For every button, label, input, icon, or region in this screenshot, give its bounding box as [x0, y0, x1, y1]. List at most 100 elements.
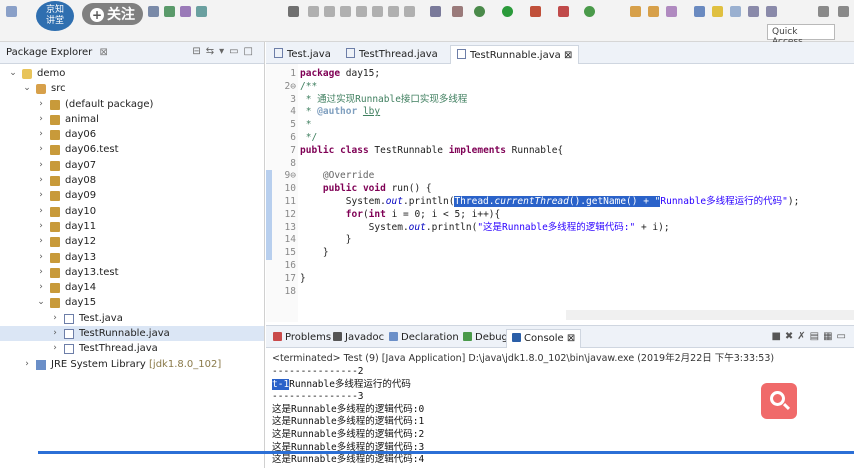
- chevron-right-icon[interactable]: ›: [36, 142, 46, 157]
- chevron-right-icon[interactable]: ›: [36, 204, 46, 219]
- code-line[interactable]: 13 System.out.println("这是Runnable多线程的逻辑代…: [266, 222, 854, 235]
- tab-debug[interactable]: Debug: [458, 329, 513, 348]
- open-type-hierarchy-icon[interactable]: [666, 6, 677, 17]
- code-line[interactable]: 12 for(int i = 0; i < 5; i++){: [266, 209, 854, 222]
- tree-node[interactable]: › JRE System Library [jdk1.8.0_102]: [0, 357, 264, 372]
- prev-annotation-icon[interactable]: [838, 6, 849, 17]
- tree-node[interactable]: › day13.test: [0, 265, 264, 280]
- terminate-icon[interactable]: [340, 6, 351, 17]
- close-icon[interactable]: ⊠: [564, 50, 572, 61]
- step-into-icon[interactable]: [372, 6, 383, 17]
- chevron-right-icon[interactable]: ›: [36, 219, 46, 234]
- chevron-right-icon[interactable]: ›: [36, 112, 46, 127]
- tab-problems[interactable]: Problems: [268, 329, 336, 348]
- debug-icon[interactable]: [474, 6, 485, 17]
- disconnect-icon[interactable]: [356, 6, 367, 17]
- console-controls[interactable]: ■✖✗▤▦▭: [771, 331, 850, 342]
- chevron-right-icon[interactable]: ›: [36, 97, 46, 112]
- chevron-right-icon[interactable]: ›: [50, 311, 60, 326]
- tree-node[interactable]: ⌄ day15: [0, 295, 264, 310]
- code-line[interactable]: 15 }: [266, 247, 854, 260]
- code-line[interactable]: 6 */: [266, 132, 854, 145]
- use-step-filters-icon[interactable]: [452, 6, 463, 17]
- code-line[interactable]: 11 System.out.println(Thread.currentThre…: [266, 196, 854, 209]
- tree-node[interactable]: › day07: [0, 158, 264, 173]
- chevron-right-icon[interactable]: ›: [36, 158, 46, 173]
- editor-tab[interactable]: Test.java: [268, 45, 337, 64]
- tree-node[interactable]: › TestThread.java: [0, 341, 264, 356]
- block-selection-icon[interactable]: [748, 6, 759, 17]
- search-button[interactable]: [761, 383, 797, 419]
- tab-javadoc[interactable]: Javadoc: [328, 329, 389, 348]
- tree-node[interactable]: › day14: [0, 280, 264, 295]
- tree-node[interactable]: › day06: [0, 127, 264, 142]
- tree-node[interactable]: › day08: [0, 173, 264, 188]
- view-controls[interactable]: ⊟⇆▾▭□: [192, 46, 258, 57]
- open-type-icon[interactable]: [180, 6, 191, 17]
- close-icon[interactable]: ⊠: [567, 333, 575, 344]
- tree-node[interactable]: › (default package): [0, 97, 264, 112]
- code-area[interactable]: 1 package day15; 2⊖ /** 3 * 通过实现Runnable接口实现…: [266, 64, 854, 322]
- tree-node[interactable]: ⌄ src: [0, 81, 264, 96]
- tree-node[interactable]: ⌄ demo: [0, 66, 264, 81]
- quick-access-input[interactable]: Quick Access: [767, 24, 835, 47]
- code-line[interactable]: 5 *: [266, 119, 854, 132]
- close-icon[interactable]: ⊠: [99, 47, 107, 58]
- drop-frame-icon[interactable]: [430, 6, 441, 17]
- tree-node[interactable]: › day09: [0, 188, 264, 203]
- tree-node[interactable]: › day06.test: [0, 142, 264, 157]
- chevron-down-icon[interactable]: ⌄: [36, 295, 46, 310]
- code-line[interactable]: 18: [266, 286, 854, 299]
- search-toolbar-icon[interactable]: [694, 6, 705, 17]
- chevron-right-icon[interactable]: ›: [50, 341, 60, 356]
- editor-tab[interactable]: TestRunnable.java ⊠: [450, 45, 580, 64]
- save-icon[interactable]: [148, 6, 159, 17]
- open-task-icon[interactable]: [196, 6, 207, 17]
- tree-node[interactable]: › TestRunnable.java: [0, 326, 264, 342]
- code-line[interactable]: 9⊖ @Override: [266, 170, 854, 183]
- print-icon[interactable]: [164, 6, 175, 17]
- suspend-icon[interactable]: [324, 6, 335, 17]
- chevron-right-icon[interactable]: ›: [22, 357, 32, 372]
- chevron-right-icon[interactable]: ›: [36, 234, 46, 249]
- chevron-down-icon[interactable]: ⌄: [22, 81, 32, 96]
- code-line[interactable]: 8: [266, 158, 854, 171]
- code-line[interactable]: 3 * 通过实现Runnable接口实现多线程: [266, 94, 854, 107]
- code-line[interactable]: 2⊖ /**: [266, 81, 854, 94]
- tree-node[interactable]: › Test.java: [0, 311, 264, 326]
- resume-icon[interactable]: [308, 6, 319, 17]
- chevron-right-icon[interactable]: ›: [36, 188, 46, 203]
- code-line[interactable]: 10 public void run() {: [266, 183, 854, 196]
- step-return-icon[interactable]: [404, 6, 415, 17]
- chevron-right-icon[interactable]: ›: [36, 173, 46, 188]
- tab-console[interactable]: Console ⊠: [506, 329, 582, 348]
- external-tools-icon[interactable]: [558, 6, 569, 17]
- follow-button[interactable]: + 关注: [82, 3, 143, 25]
- new-class-icon[interactable]: [648, 6, 659, 17]
- tree-node[interactable]: › day13: [0, 250, 264, 265]
- code-line[interactable]: 16: [266, 260, 854, 273]
- toggle-mark-icon[interactable]: [288, 6, 299, 17]
- new-java-project-icon[interactable]: [584, 6, 595, 17]
- next-annotation-icon[interactable]: [818, 6, 829, 17]
- package-explorer-tab[interactable]: Package Explorer ⊠ ⊟⇆▾▭□: [0, 42, 264, 64]
- chevron-right-icon[interactable]: ›: [36, 250, 46, 265]
- run-icon[interactable]: [502, 6, 513, 17]
- tree-node[interactable]: › day10: [0, 204, 264, 219]
- editor-tab[interactable]: TestThread.java: [340, 45, 444, 64]
- tab-declaration[interactable]: Declaration: [384, 329, 464, 348]
- tree-node[interactable]: › animal: [0, 112, 264, 127]
- code-line[interactable]: 17}: [266, 273, 854, 286]
- highlight-icon[interactable]: [712, 6, 723, 17]
- step-over-icon[interactable]: [388, 6, 399, 17]
- chevron-down-icon[interactable]: ⌄: [8, 66, 18, 81]
- new-package-icon[interactable]: [630, 6, 641, 17]
- show-whitespace-icon[interactable]: [730, 6, 741, 17]
- code-line[interactable]: 4 * @author lby: [266, 106, 854, 119]
- new-icon[interactable]: [6, 6, 17, 17]
- tree-node[interactable]: › day11: [0, 219, 264, 234]
- code-line[interactable]: 1 package day15;: [266, 68, 854, 81]
- chevron-right-icon[interactable]: ›: [36, 127, 46, 142]
- chevron-right-icon[interactable]: ›: [36, 265, 46, 280]
- code-line[interactable]: 14 }: [266, 234, 854, 247]
